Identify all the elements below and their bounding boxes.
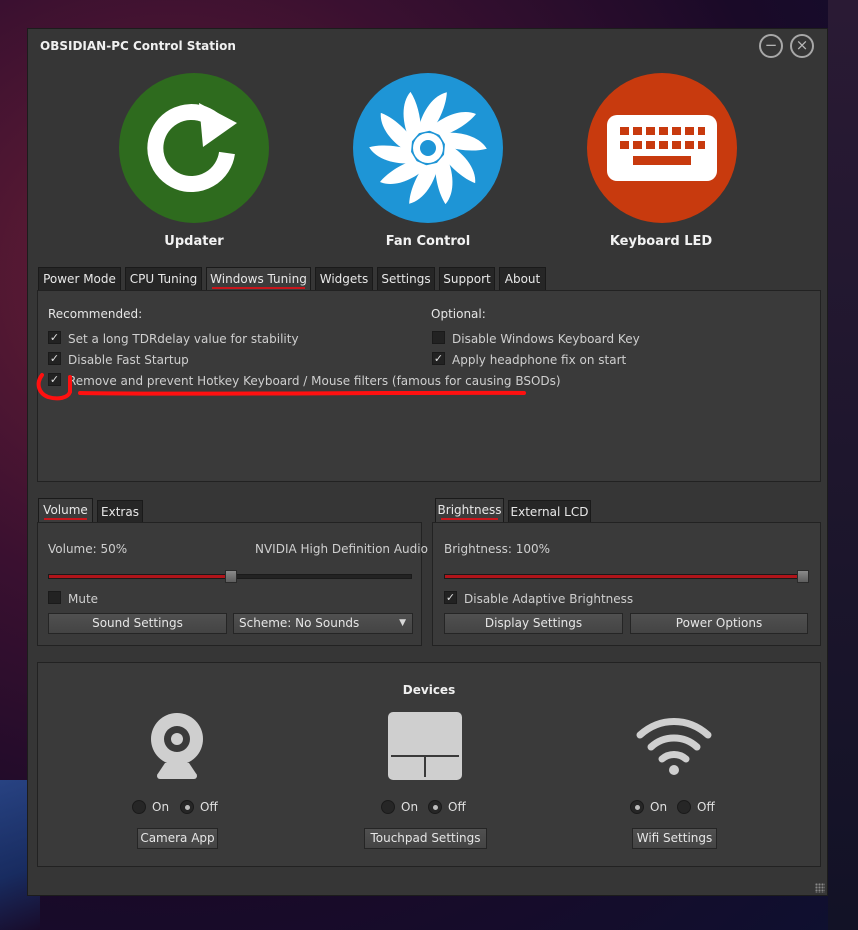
close-button[interactable]: ×: [790, 34, 814, 58]
volume-slider[interactable]: [48, 570, 412, 583]
touchpad-off-radio[interactable]: [428, 800, 442, 814]
minimize-button[interactable]: −: [759, 34, 783, 58]
resize-grip[interactable]: [815, 883, 825, 893]
tab-power-mode[interactable]: Power Mode: [38, 267, 121, 291]
camera-off-label: Off: [200, 800, 218, 814]
brightness-slider[interactable]: [444, 570, 809, 583]
brightness-level-label: Brightness: 100%: [444, 542, 551, 556]
fan-control-button[interactable]: [353, 73, 503, 223]
tdr-delay-checkbox[interactable]: ✓: [48, 331, 61, 344]
wifi-on-label: On: [650, 800, 668, 814]
windows-key-checkbox[interactable]: [432, 331, 445, 344]
tab-windows-tuning[interactable]: Windows Tuning: [206, 267, 311, 291]
adaptive-brightness-label: Disable Adaptive Brightness: [464, 592, 634, 606]
tab-external-lcd[interactable]: External LCD: [508, 500, 591, 524]
title-bar[interactable]: OBSIDIAN-PC Control Station − ×: [28, 29, 827, 63]
tab-support[interactable]: Support: [439, 267, 495, 291]
tab-brightness[interactable]: Brightness: [435, 498, 504, 522]
sound-scheme-select[interactable]: Scheme: No Sounds ▼: [233, 613, 413, 634]
audio-device-label: NVIDIA High Definition Audio: [255, 542, 428, 556]
touchpad-icon: [388, 712, 462, 780]
mute-checkbox[interactable]: [48, 591, 61, 604]
recommended-heading: Recommended:: [48, 307, 143, 321]
wifi-off-radio[interactable]: [677, 800, 691, 814]
optional-heading: Optional:: [431, 307, 486, 321]
tdr-delay-label: Set a long TDRdelay value for stability: [68, 332, 299, 346]
wifi-on-radio[interactable]: [630, 800, 644, 814]
wifi-icon: [636, 718, 712, 775]
keyboard-led-label: Keyboard LED: [609, 234, 713, 249]
headphone-fix-checkbox[interactable]: ✓: [432, 352, 445, 365]
brightness-slider-fill: [445, 575, 803, 578]
fan-control-label: Fan Control: [385, 234, 471, 249]
headphone-fix-label: Apply headphone fix on start: [452, 353, 627, 367]
touchpad-settings-button[interactable]: Touchpad Settings: [364, 828, 487, 849]
webcam-icon: [151, 713, 203, 779]
fast-startup-label: Disable Fast Startup: [68, 353, 189, 367]
sound-settings-button[interactable]: Sound Settings: [48, 613, 227, 634]
tab-widgets[interactable]: Widgets: [315, 267, 373, 291]
volume-slider-handle[interactable]: [225, 570, 237, 583]
hotkey-filter-checkbox[interactable]: ✓: [48, 373, 61, 386]
updater-label: Updater: [164, 234, 224, 249]
camera-on-label: On: [152, 800, 170, 814]
touchpad-on-radio[interactable]: [381, 800, 395, 814]
tab-extras[interactable]: Extras: [97, 500, 143, 524]
tab-settings[interactable]: Settings: [377, 267, 435, 291]
wifi-off-label: Off: [697, 800, 715, 814]
keyboard-led-button[interactable]: [587, 73, 737, 223]
touchpad-off-label: Off: [448, 800, 466, 814]
volume-level-label: Volume: 50%: [48, 542, 128, 556]
tab-volume[interactable]: Volume: [38, 498, 93, 522]
adaptive-brightness-checkbox[interactable]: ✓: [444, 591, 457, 604]
camera-on-radio[interactable]: [132, 800, 146, 814]
fan-icon: [367, 90, 489, 206]
fast-startup-checkbox[interactable]: ✓: [48, 352, 61, 365]
chevron-down-icon: ▼: [399, 618, 406, 628]
devices-heading: Devices: [402, 683, 456, 697]
wifi-settings-button[interactable]: Wifi Settings: [632, 828, 717, 849]
sound-scheme-value: Scheme: No Sounds: [239, 616, 360, 630]
display-settings-button[interactable]: Display Settings: [444, 613, 623, 634]
power-options-button[interactable]: Power Options: [630, 613, 808, 634]
updater-button[interactable]: [119, 73, 269, 223]
mute-label: Mute: [68, 592, 99, 606]
wallpaper-edge: [828, 0, 858, 930]
brightness-slider-handle[interactable]: [797, 570, 809, 583]
volume-slider-fill: [49, 575, 231, 578]
windows-key-label: Disable Windows Keyboard Key: [452, 332, 640, 346]
control-station-window: OBSIDIAN-PC Control Station − × Updater: [27, 28, 828, 896]
refresh-icon: [147, 103, 237, 192]
window-title: OBSIDIAN-PC Control Station: [40, 39, 236, 53]
tab-cpu-tuning[interactable]: CPU Tuning: [125, 267, 202, 291]
hotkey-filter-label: Remove and prevent Hotkey Keyboard / Mou…: [68, 374, 561, 388]
touchpad-on-label: On: [401, 800, 419, 814]
tab-about[interactable]: About: [499, 267, 546, 291]
camera-app-button[interactable]: Camera App: [137, 828, 218, 849]
keyboard-icon: [607, 115, 717, 181]
camera-off-radio[interactable]: [180, 800, 194, 814]
